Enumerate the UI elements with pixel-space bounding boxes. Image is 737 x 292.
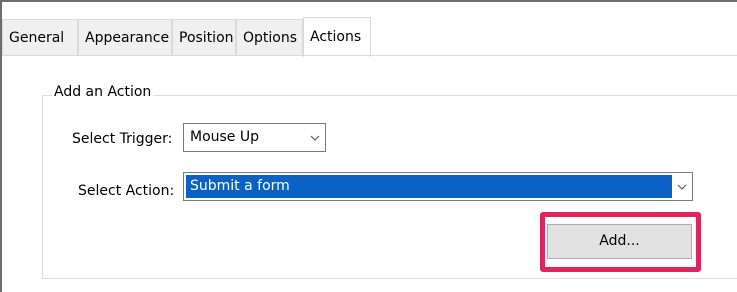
tab-options[interactable]: Options [236, 19, 303, 56]
tab-position[interactable]: Position [172, 19, 236, 56]
tab-divider [2, 55, 737, 56]
tab-actions[interactable]: Actions [303, 17, 371, 57]
tab-actions-label: Actions [310, 29, 362, 45]
highlight-callout [540, 212, 701, 272]
trigger-value: Mouse Up [190, 129, 260, 145]
select-trigger-label: Select Trigger: [72, 131, 173, 147]
tab-appearance[interactable]: Appearance [78, 19, 172, 56]
action-dropdown[interactable]: Submit a form [183, 172, 693, 201]
action-value: Submit a form [186, 175, 672, 198]
chevron-down-icon [305, 124, 325, 151]
tab-general[interactable]: General [2, 19, 78, 56]
tab-options-label: Options [243, 30, 298, 46]
select-action-label: Select Action: [78, 183, 175, 199]
tab-position-label: Position [179, 30, 234, 46]
tab-appearance-label: Appearance [85, 30, 170, 46]
group-title: Add an Action [52, 82, 154, 102]
tab-general-label: General [9, 30, 65, 46]
trigger-dropdown[interactable]: Mouse Up [183, 123, 326, 152]
chevron-down-icon [672, 173, 692, 200]
